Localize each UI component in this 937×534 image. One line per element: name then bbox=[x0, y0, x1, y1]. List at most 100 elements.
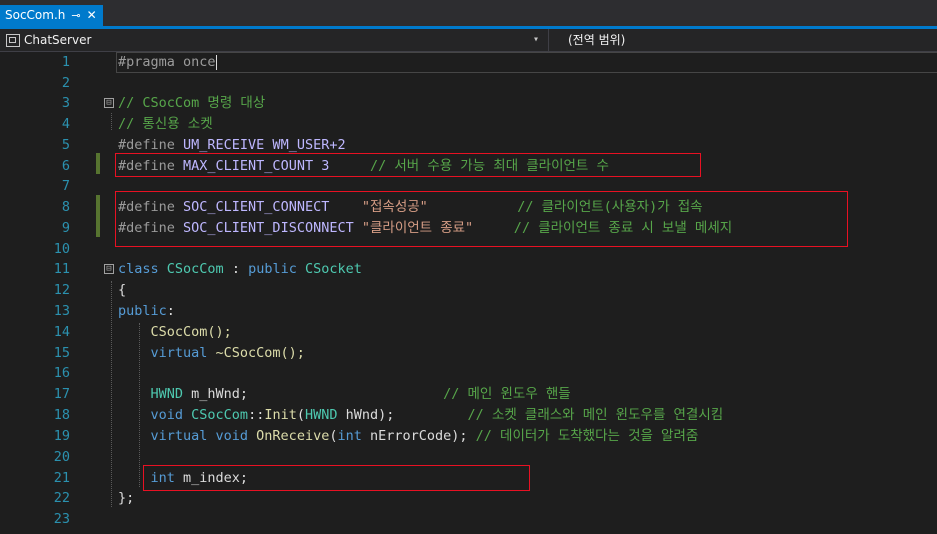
line-number: 3 bbox=[61, 95, 70, 111]
fold-toggle-icon[interactable]: ⊟ bbox=[104, 264, 114, 274]
code-line[interactable]: 16 bbox=[0, 363, 937, 384]
tab-soccom-h[interactable]: SocCom.h ⊸ ✕ bbox=[0, 5, 103, 26]
token: OnReceive bbox=[248, 428, 330, 444]
code-line[interactable]: 11 ⊟ class CSocCom : public CSocket bbox=[0, 259, 937, 280]
chevron-down-icon[interactable]: ▾ bbox=[533, 34, 539, 45]
code-line[interactable]: 23 bbox=[0, 509, 937, 530]
line-number: 14 bbox=[53, 324, 70, 340]
token: public bbox=[118, 303, 167, 319]
code-line[interactable]: 15 virtual ~CSocCom(); bbox=[0, 343, 937, 364]
token: virtual void bbox=[118, 428, 249, 444]
line-number: 21 bbox=[53, 470, 70, 486]
token: CSocket bbox=[304, 261, 362, 277]
code-text: // 통신용 소켓 bbox=[118, 114, 213, 135]
code-text: void CSocCom::Init(HWND hWnd); // 소켓 클래스… bbox=[118, 405, 724, 426]
line-number: 8 bbox=[61, 199, 70, 215]
line-number: 11 bbox=[53, 261, 70, 277]
token: : bbox=[166, 303, 175, 319]
line-number: 4 bbox=[61, 116, 70, 132]
line-number: 13 bbox=[53, 303, 70, 319]
project-icon bbox=[6, 33, 20, 47]
token: ( bbox=[296, 407, 305, 423]
ide-window: SocCom.h ⊸ ✕ ChatServer ▾ (전역 범위) 1 #pra… bbox=[0, 0, 937, 534]
token: // 통신용 소켓 bbox=[118, 116, 213, 132]
code-text: // CSocCom 명령 대상 bbox=[118, 93, 265, 114]
annotation-box-max-client bbox=[115, 153, 701, 177]
navigation-bar: ChatServer ▾ (전역 범위) bbox=[0, 29, 937, 52]
token: }; bbox=[118, 490, 135, 506]
token: { bbox=[118, 282, 127, 298]
code-line[interactable]: 22 }; bbox=[0, 488, 937, 509]
line-number: 22 bbox=[53, 490, 70, 506]
line-number: 6 bbox=[61, 158, 70, 174]
token: #define bbox=[118, 137, 184, 153]
code-line[interactable]: 17 HWND m_hWnd; // 메인 윈도우 핸들 bbox=[0, 384, 937, 405]
token: ~CSocCom(); bbox=[207, 345, 305, 361]
line-number: 2 bbox=[61, 75, 70, 91]
line-number: 10 bbox=[53, 241, 70, 257]
token: CSocCom(); bbox=[118, 324, 232, 340]
token: class bbox=[118, 261, 167, 277]
token: :: bbox=[248, 407, 265, 423]
code-text: CSocCom(); bbox=[118, 322, 232, 343]
line-number: 23 bbox=[53, 511, 70, 527]
token: // 소켓 클래스와 메인 윈도우를 연결시킴 bbox=[394, 407, 724, 423]
code-line[interactable]: 18 void CSocCom::Init(HWND hWnd); // 소켓 … bbox=[0, 405, 937, 426]
token: CSocCom bbox=[183, 407, 249, 423]
token: m_hWnd; bbox=[183, 386, 249, 402]
code-line[interactable]: 19 virtual void OnReceive(int nErrorCode… bbox=[0, 426, 937, 447]
token: hWnd); bbox=[337, 407, 395, 423]
token: // CSocCom 명령 대상 bbox=[118, 95, 266, 111]
line-number: 1 bbox=[61, 54, 70, 70]
document-tab-strip: SocCom.h ⊸ ✕ bbox=[0, 0, 937, 29]
token: // 데이터가 도착했다는 것을 알려줌 bbox=[475, 428, 699, 444]
token: : bbox=[223, 261, 249, 277]
line-number: 18 bbox=[53, 407, 70, 423]
code-text: public: bbox=[118, 301, 175, 322]
annotation-box-defines bbox=[115, 191, 848, 247]
code-text: class CSocCom : public CSocket bbox=[118, 259, 362, 280]
annotation-box-index bbox=[143, 465, 530, 491]
line-number: 9 bbox=[61, 220, 70, 236]
code-line[interactable]: 1 #pragma once bbox=[0, 52, 937, 73]
token: nErrorCode); bbox=[361, 428, 476, 444]
code-text: virtual ~CSocCom(); bbox=[118, 343, 305, 364]
token: Init bbox=[264, 407, 297, 423]
pin-icon[interactable]: ⊸ bbox=[71, 5, 80, 26]
close-icon[interactable]: ✕ bbox=[87, 5, 97, 26]
project-name: ChatServer bbox=[24, 33, 92, 47]
token: // 메인 윈도우 핸들 bbox=[248, 386, 571, 402]
code-editor[interactable]: 1 #pragma once 2 3 ⊟ // CSocCom 명령 대상 4 … bbox=[0, 52, 937, 534]
token: int bbox=[337, 428, 362, 444]
line-number: 12 bbox=[53, 282, 70, 298]
token: HWND bbox=[304, 407, 338, 423]
code-line[interactable]: 14 CSocCom(); bbox=[0, 322, 937, 343]
token: public bbox=[248, 261, 305, 277]
scope-dropdown[interactable]: (전역 범위) bbox=[568, 29, 625, 51]
line-number: 5 bbox=[61, 137, 70, 153]
token: UM_RECEIVE WM_USER+2 bbox=[183, 137, 346, 153]
token: #pragma once bbox=[118, 54, 216, 70]
code-text: virtual void OnReceive(int nErrorCode); … bbox=[118, 426, 699, 447]
token: virtual bbox=[118, 345, 208, 361]
code-text: HWND m_hWnd; // 메인 윈도우 핸들 bbox=[118, 384, 571, 405]
line-number: 15 bbox=[53, 345, 70, 361]
token: HWND bbox=[118, 386, 184, 402]
token: void bbox=[118, 407, 184, 423]
project-dropdown[interactable]: ChatServer bbox=[0, 29, 546, 51]
text-caret bbox=[215, 54, 217, 70]
line-number: 7 bbox=[61, 178, 70, 194]
code-line[interactable]: 3 ⊟ // CSocCom 명령 대상 bbox=[0, 93, 937, 114]
code-line[interactable]: 4 // 통신용 소켓 bbox=[0, 114, 937, 135]
line-number: 17 bbox=[53, 386, 70, 402]
code-text: }; bbox=[118, 488, 134, 509]
current-line-highlight bbox=[116, 52, 937, 73]
line-number: 20 bbox=[53, 449, 70, 465]
line-number: 19 bbox=[53, 428, 70, 444]
code-line[interactable]: 12 { bbox=[0, 280, 937, 301]
code-line[interactable]: 13 public: bbox=[0, 301, 937, 322]
tab-title: SocCom.h bbox=[5, 8, 66, 22]
code-line[interactable]: 2 bbox=[0, 73, 937, 94]
fold-toggle-icon[interactable]: ⊟ bbox=[104, 98, 114, 108]
line-number: 16 bbox=[53, 365, 70, 381]
